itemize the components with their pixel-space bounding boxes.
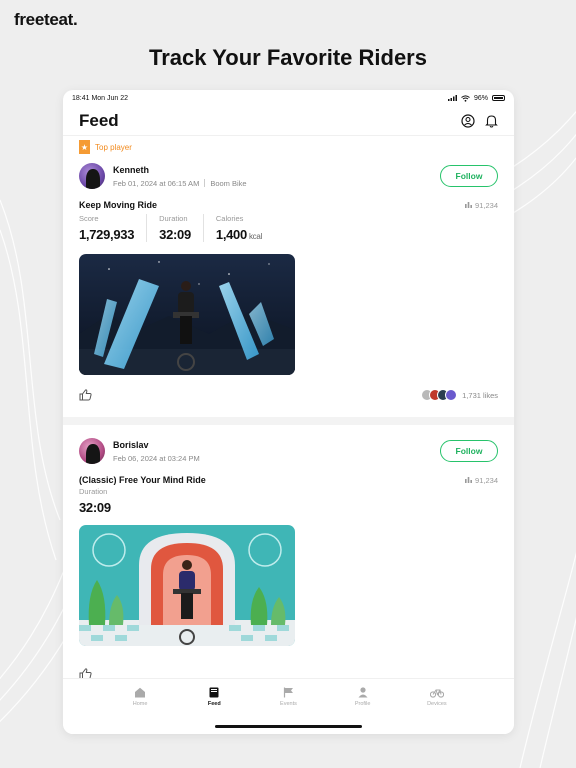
avatar [445,389,458,401]
bell-icon[interactable] [485,114,498,128]
post-author: Borislav Feb 06, 2024 at 03:24 PM Follow [79,437,498,465]
avatar[interactable] [79,163,105,189]
nav-label: Home [132,701,148,707]
signal-icon [447,95,457,101]
wifi-icon [461,94,470,102]
stat-label: Calories [215,214,244,223]
stat-duration: Duration 32:09 [79,487,123,515]
follow-button[interactable]: Follow [440,440,498,462]
stat-label: Duration [79,487,108,496]
stat-number: 32:09 [159,227,191,242]
device-name: Boom Bike [210,178,247,188]
nav-label: Devices [427,701,447,707]
nav-label: Profile [354,701,371,707]
profile-icon [358,687,368,698]
ride-video-thumbnail[interactable] [79,254,295,375]
app-header: Feed [63,106,514,136]
stat-unit: kcal [248,232,262,241]
tablet-screen: 18:41 Mon Jun 22 96% Feed ★ Top player K… [63,90,514,734]
stat-label: Duration [159,214,188,223]
stat-number: 1,729,933 [79,227,135,242]
ride-scene-image [79,254,295,375]
likes-summary[interactable]: 1,731 likes [421,389,498,401]
battery-percent: 96% [473,94,488,102]
post-meta: Feb 01, 2024 at 06:15 AM Boom Bike [113,179,440,188]
stat-value: 32:09 [79,500,111,515]
battery-icon [492,95,505,101]
marketing-headline: Track Your Favorite Riders [149,45,427,70]
divider [204,179,206,187]
feed-icon [209,687,219,698]
thumbs-up-icon[interactable] [79,389,92,401]
feed-post: ★ Top player Kenneth Feb 01, 2024 at 06:… [63,138,514,415]
star-icon: ★ [79,140,90,154]
post-date: Feb 01, 2024 at 06:15 AM [113,178,200,188]
ride-video-thumbnail[interactable] [79,525,295,646]
status-indicators: 96% [447,94,505,102]
flag-icon [283,687,293,698]
status-time: 18:41 Mon Jun 22 [72,94,129,102]
view-count: 91,234 [465,201,498,210]
bar-chart-icon [465,202,473,208]
stat-number: 32:09 [79,500,111,515]
stat-calories: Calories 1,400 kcal [216,214,274,242]
nav-devices[interactable]: Devices [417,687,457,734]
page-title: Feed [79,110,119,130]
like-count: 1,731 likes [462,390,498,400]
post-footer [79,646,498,678]
post-footer: 1,731 likes [79,375,498,415]
post-meta: Feb 06, 2024 at 03:24 PM [113,454,440,463]
thumbs-up-icon[interactable] [79,668,92,678]
user-circle-icon[interactable] [461,113,475,128]
stat-value: 32:09 [159,227,191,242]
ride-title: Keep Moving Ride [79,200,158,210]
stat-label: Score [79,214,99,223]
feed-post: Borislav Feb 06, 2024 at 03:24 PM Follow… [63,437,514,678]
stat-score: Score 1,729,933 [79,214,148,242]
view-count: 91,234 [465,476,498,485]
nav-label: Events [280,701,297,707]
user-name[interactable]: Kenneth [113,165,440,175]
top-player-badge: ★ Top player [79,138,498,156]
post-separator [63,417,514,425]
ride-scene-image [79,525,295,646]
avatar[interactable] [79,438,105,464]
home-indicator[interactable] [215,725,362,728]
follow-button[interactable]: Follow [440,165,498,187]
home-icon [135,687,146,698]
ride-title: (Classic) Free Your Mind Ride [79,475,206,485]
stat-duration: Duration 32:09 [159,214,204,242]
stat-value: 1,400 kcal [216,227,262,242]
post-date: Feb 06, 2024 at 03:24 PM [113,453,200,463]
stat-number: 1,400 [215,227,247,242]
brand-logo: freeteat. [14,10,78,29]
nav-label: Feed [207,701,221,707]
ride-stats: Score 1,729,933 Duration 32:09 Calories … [79,214,498,242]
stat-value: 1,729,933 [79,227,134,242]
view-count-value: 91,234 [475,475,498,485]
feed-list[interactable]: ★ Top player Kenneth Feb 01, 2024 at 06:… [63,136,514,678]
post-author: Kenneth Feb 01, 2024 at 06:15 AM Boom Bi… [79,162,498,190]
nav-home[interactable]: Home [120,687,160,734]
view-count-value: 91,234 [475,200,498,210]
user-name[interactable]: Borislav [113,440,440,450]
ride-stats: Duration 32:09 [79,487,498,515]
bike-icon [429,689,444,698]
status-bar: 18:41 Mon Jun 22 96% [63,90,514,106]
bar-chart-icon [465,477,473,483]
badge-label: Top player [95,142,132,152]
